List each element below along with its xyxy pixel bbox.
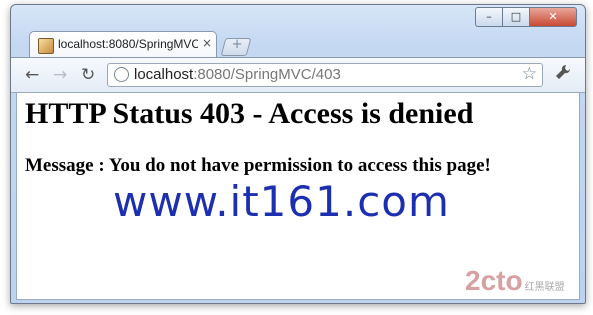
maximize-button[interactable]: □: [502, 7, 530, 27]
reload-button[interactable]: ↻: [81, 65, 95, 85]
star-icon[interactable]: ☆: [522, 64, 537, 84]
minimize-button[interactable]: –: [475, 7, 503, 27]
tab-title: localhost:8080/SpringMVC/: [58, 37, 198, 51]
page-content: HTTP Status 403 - Access is denied Messa…: [16, 92, 580, 300]
tab-close-icon[interactable]: ×: [202, 36, 212, 50]
browser-tab[interactable]: localhost:8080/SpringMVC/ ×: [29, 31, 217, 58]
address-bar[interactable]: localhost:8080/SpringMVC/403 ☆: [107, 63, 543, 87]
close-window-button[interactable]: ✕: [529, 7, 577, 27]
back-button[interactable]: ←: [25, 65, 39, 85]
page-heading: HTTP Status 403 - Access is denied: [25, 97, 474, 130]
watermark-logo: 2cto 红黑联盟: [465, 265, 565, 297]
error-message: Message : You do not have permission to …: [25, 155, 491, 176]
wrench-icon[interactable]: [555, 64, 571, 84]
url-path: :8080/SpringMVC/403: [193, 66, 341, 83]
globe-icon: [114, 67, 129, 82]
page-favicon-icon: [38, 38, 54, 54]
watermark-logo-sub: 红黑联盟: [524, 282, 565, 293]
watermark-logo-text: 2cto: [465, 265, 523, 296]
toolbar: ← → ↻ localhost:8080/SpringMVC/403 ☆: [11, 57, 585, 93]
forward-button[interactable]: →: [53, 65, 67, 85]
new-tab-button[interactable]: +: [220, 37, 252, 56]
plus-icon: +: [231, 37, 243, 52]
url-text[interactable]: localhost:8080/SpringMVC/403: [134, 66, 341, 83]
url-host: localhost: [134, 66, 194, 83]
watermark-site: www.it161.com: [113, 177, 450, 226]
browser-window: – □ ✕ localhost:8080/SpringMVC/ × + ← → …: [10, 4, 586, 304]
wrench-icon-svg: [556, 64, 571, 79]
